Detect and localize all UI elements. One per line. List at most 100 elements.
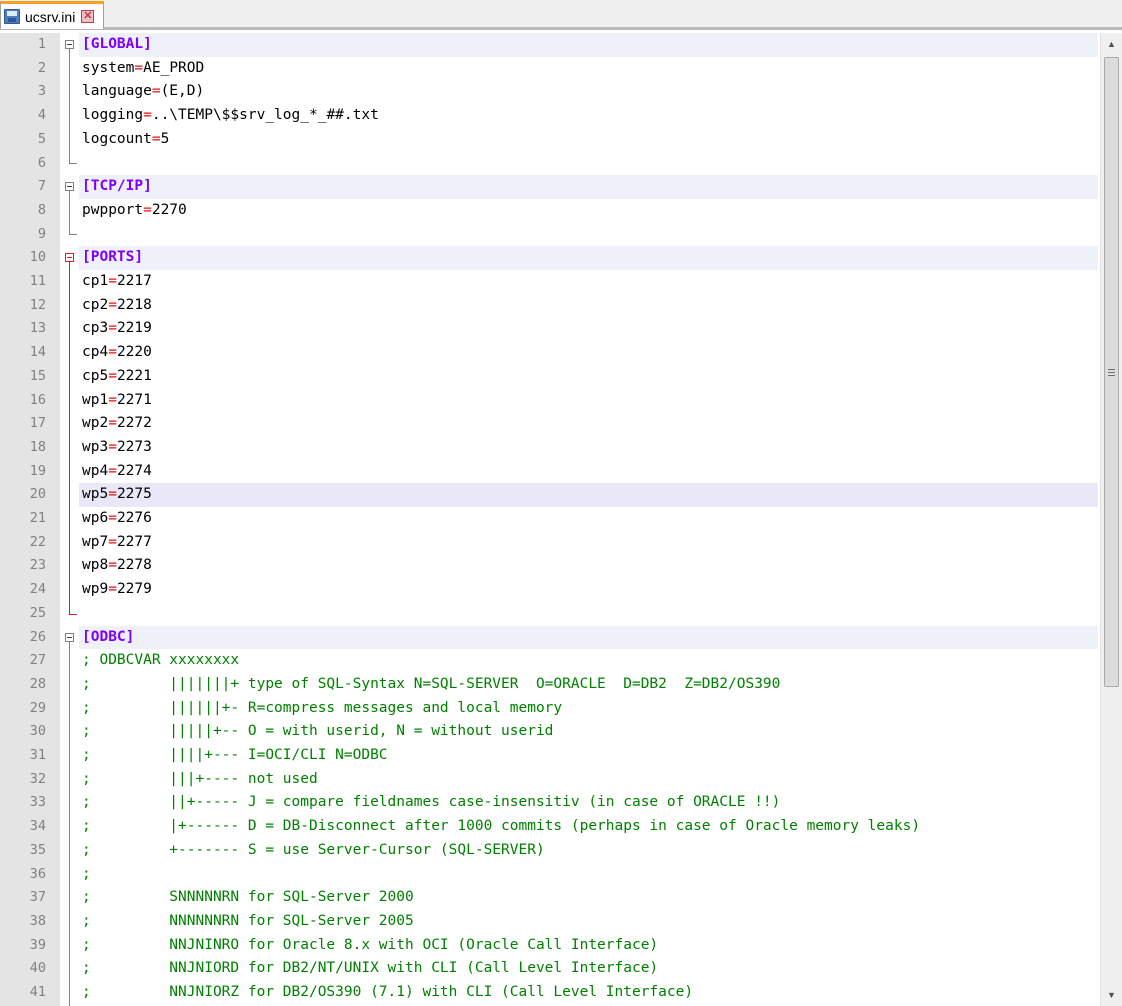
editor-line[interactable]: 8 pwpport=2270 [0,199,1100,223]
line-number: 32 [29,770,46,787]
ini-value: 2275 [116,486,152,503]
fold-toggle-icon[interactable] [65,253,74,263]
close-icon[interactable]: ✕ [81,10,95,23]
line-highlight [79,531,1098,555]
editor-line[interactable]: 10 [PORTS] [0,246,1100,270]
line-number: 18 [29,438,46,455]
editor-line[interactable]: 40 ; NNJNIORD for DB2/NT/UNIX with CLI (C… [0,957,1100,981]
editor-line[interactable]: 28 ; |||||||+ type of SQL-Syntax N=SQL-SE… [0,673,1100,697]
fold-toggle-icon[interactable] [65,182,74,192]
editor-line[interactable]: 24 wp9=2279 [0,578,1100,602]
editor-line[interactable]: 13 cp3=2219 [0,317,1100,341]
ini-value: 2218 [116,296,152,313]
fold-line [69,641,70,1006]
scroll-up-icon[interactable]: ▲ [1101,33,1122,55]
editor-line[interactable]: 2 system=AE_PROD [0,57,1100,81]
ini-comment: ; |||||||+ type of SQL-Syntax N=SQL-SERV… [82,675,781,692]
editor-line[interactable]: 30 ; |||||+-- O = with userid, N = withou… [0,720,1100,744]
section-header: [TCP/IP] [82,178,152,195]
editor-line[interactable]: 22 wp7=2277 [0,531,1100,555]
line-content: wp4=2274 [82,460,152,484]
editor-line[interactable]: 26 [ODBC] [0,625,1100,650]
section-header: [GLOBAL] [82,36,152,52]
editor-line[interactable]: 15 cp5=2221 [0,365,1100,389]
vertical-scrollbar[interactable]: ▲ ▼ [1100,33,1122,1006]
line-content: cp5=2221 [82,365,152,389]
line-highlight [79,33,1098,57]
editor-line[interactable]: 31 ; ||||+--- I=OCI/CLI N=ODBC [0,744,1100,768]
file-tab[interactable]: ucsrv.ini ✕ [0,1,104,29]
editor-line[interactable]: 34 ; |+------ D = DB-Disconnect after 100… [0,815,1100,839]
line-content: wp9=2279 [82,578,152,602]
editor-line[interactable]: 29 ; ||||||+- R=compress messages and loc… [0,697,1100,721]
editor-line[interactable]: 12 cp2=2218 [0,294,1100,318]
line-number: 14 [29,344,46,361]
editor-line[interactable]: 5 logcount=5 [0,128,1100,152]
line-content: cp4=2220 [82,341,152,365]
editor-line[interactable]: 19 wp4=2274 [0,460,1100,484]
line-highlight [79,270,1098,294]
editor-line[interactable]: 4 logging=..\TEMP\$$srv_log_*_##.txt [0,104,1100,128]
line-number: 30 [29,723,46,740]
editor-line[interactable]: 17 wp2=2272 [0,412,1100,436]
editor-line[interactable]: 11 cp1=2217 [0,270,1100,294]
line-number: 13 [29,320,46,337]
line-number: 40 [29,960,46,977]
editor-line[interactable]: 39 ; NNJNINRO for Oracle 8.x with OCI (Or… [0,934,1100,958]
line-content: wp8=2278 [82,554,152,578]
line-highlight [79,365,1098,389]
editor-line[interactable]: 32 ; |||+---- not used [0,768,1100,792]
fold-line [69,191,70,235]
fold-line [69,49,70,164]
line-content: logcount=5 [82,128,169,152]
line-number: 28 [29,675,46,692]
editor-line[interactable]: 33 ; ||+----- J = compare fieldnames case… [0,791,1100,815]
fold-end [69,163,77,165]
line-highlight [79,625,1098,650]
editor-line[interactable]: 20 wp5=2275 [0,483,1100,507]
editor-line[interactable]: 25 [0,602,1100,626]
ini-value: (E,D) [160,83,205,100]
editor-line[interactable]: 18 wp3=2273 [0,436,1100,460]
editor-line[interactable]: 6 [0,152,1100,176]
ini-comment: ; |||||+-- O = with userid, N = without … [82,723,554,740]
ini-comment: ; [82,865,91,882]
ini-operator: = [151,83,161,100]
editor-line[interactable]: 14 cp4=2220 [0,341,1100,365]
ini-operator: = [143,201,152,218]
editor-line[interactable]: 23 wp8=2278 [0,554,1100,578]
line-highlight [79,483,1098,507]
editor-line[interactable]: 35 ; +------- S = use Server-Cursor (SQL-… [0,839,1100,863]
ini-value: 2221 [116,367,152,384]
scroll-down-icon[interactable]: ▼ [1101,984,1122,1006]
line-number: 25 [29,604,46,621]
scrollbar-thumb[interactable] [1104,57,1119,687]
line-number: 24 [29,581,46,598]
ini-comment: ; NNJNINRO for Oracle 8.x with OCI (Orac… [82,936,659,953]
editor-line[interactable]: 37 ; SNNNNNRN for SQL-Server 2000 [0,886,1100,910]
editor-line[interactable]: 41 ; NNJNIORZ for DB2/OS390 (7.1) with CL… [0,981,1100,1005]
editor-line[interactable]: 27 ; ODBCVAR xxxxxxxx [0,649,1100,673]
line-highlight [79,341,1098,365]
editor-line[interactable]: 7 [TCP/IP] [0,175,1100,199]
editor-line[interactable]: 3 language=(E,D) [0,80,1100,104]
editor-line[interactable]: 1 [GLOBAL] [0,33,1100,57]
line-number: 35 [29,841,46,858]
line-number: 37 [29,889,46,906]
fold-toggle-icon[interactable] [65,40,74,49]
fold-toggle-icon[interactable] [65,632,74,642]
ini-key: logging [82,107,144,124]
editor-line[interactable]: 21 wp6=2276 [0,507,1100,531]
line-highlight [79,507,1098,531]
line-highlight [79,389,1098,413]
ini-value: 2219 [116,320,152,337]
editor-line[interactable]: 38 ; NNNNNNRN for SQL-Server 2005 [0,910,1100,934]
ini-value: 2217 [116,273,152,289]
editor-line[interactable]: 36; [0,863,1100,887]
code-editor[interactable]: 1 [GLOBAL] 2 system=AE_PROD 3 language=(E,D) 4… [0,33,1100,1006]
editor-line[interactable]: 16 wp1=2271 [0,389,1100,413]
editor-line[interactable]: 9 [0,223,1100,247]
line-number: 11 [29,273,46,289]
line-content: [TCP/IP] [82,175,152,199]
line-highlight [79,57,1098,81]
